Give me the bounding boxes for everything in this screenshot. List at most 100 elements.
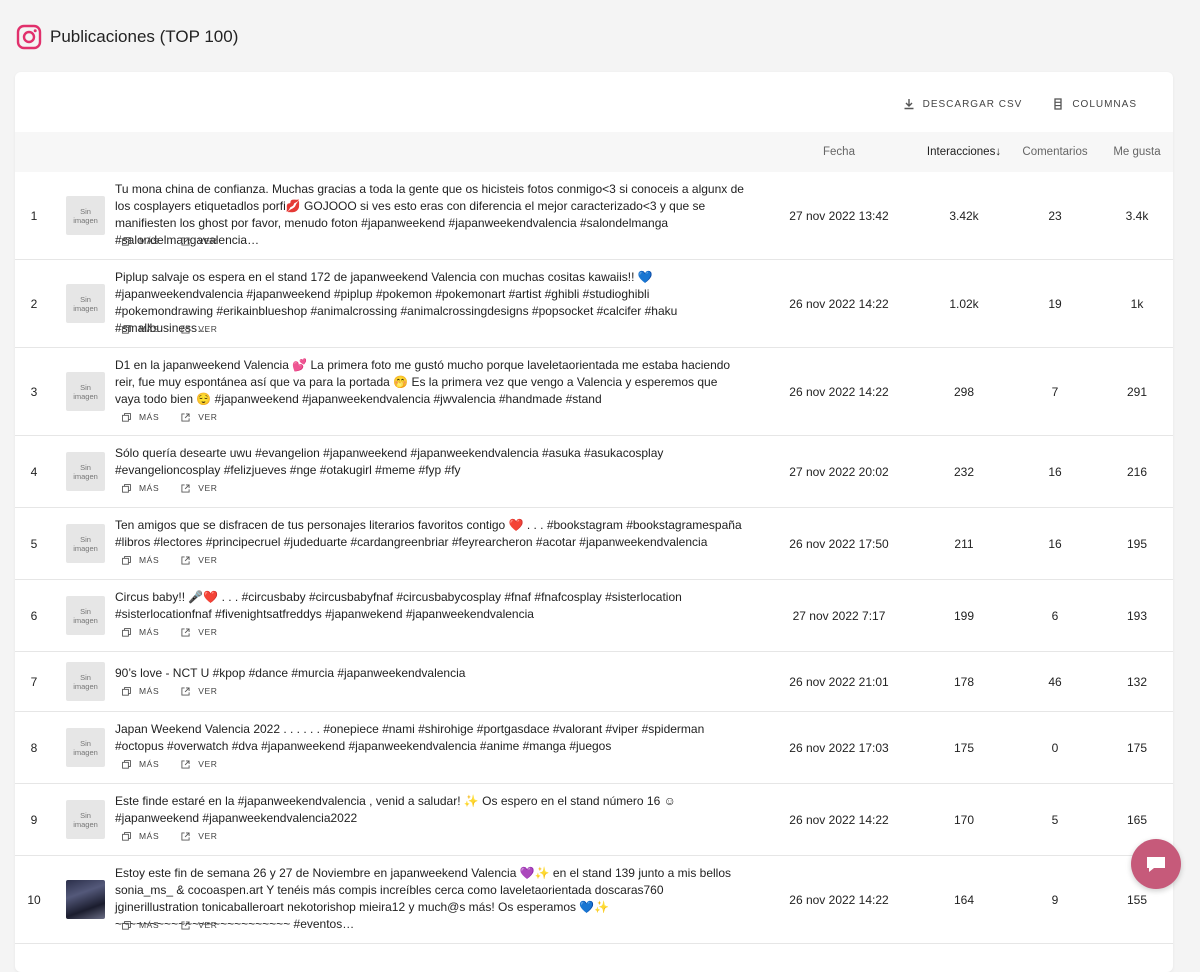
post-interactions: 199 — [953, 608, 975, 623]
header-me-gusta[interactable]: Me gusta — [1097, 146, 1173, 158]
post-interactions: 170 — [953, 812, 975, 827]
post-comments: 6 — [1051, 608, 1059, 623]
more-label: MÁS — [139, 627, 160, 637]
view-button[interactable]: VER — [181, 627, 217, 637]
post-thumbnail[interactable] — [66, 880, 105, 919]
more-button[interactable]: MÁS — [122, 555, 159, 565]
post-likes: 216 — [1126, 464, 1148, 479]
header-fecha[interactable]: Fecha — [759, 146, 919, 158]
post-actions: MÁS VER — [122, 831, 218, 841]
post-thumbnail[interactable]: Sin imagen — [66, 284, 105, 323]
view-button[interactable]: VER — [181, 686, 217, 696]
columns-label: COLUMNAS — [1072, 98, 1137, 110]
more-label: MÁS — [139, 324, 160, 334]
row-index: 7 — [30, 674, 38, 689]
view-button[interactable]: VER — [181, 483, 217, 493]
thumbnail-placeholder: Sin imagen — [73, 535, 98, 553]
more-button[interactable]: MÁS — [122, 627, 159, 637]
thumbnail-placeholder-line2: imagen — [73, 215, 98, 225]
more-label: MÁS — [139, 555, 160, 565]
post-thumbnail[interactable]: Sin imagen — [66, 196, 105, 235]
copy-icon — [122, 483, 131, 493]
view-label: VER — [198, 324, 218, 334]
thumbnail-placeholder: Sin imagen — [73, 383, 98, 401]
sort-desc-icon: ↓ — [995, 146, 1002, 158]
external-link-icon — [181, 686, 190, 696]
post-caption: Ten amigos que se disfracen de tus perso… — [115, 518, 742, 549]
post-likes: 1k — [1130, 296, 1144, 311]
more-button[interactable]: MÁS — [122, 483, 159, 493]
thumbnail-placeholder: Sin imagen — [73, 811, 98, 829]
view-button[interactable]: VER — [181, 555, 217, 565]
row-index: 9 — [30, 812, 38, 827]
thumbnail-placeholder: Sin imagen — [73, 739, 98, 757]
more-button[interactable]: MÁS — [122, 759, 159, 769]
post-comments: 5 — [1051, 812, 1059, 827]
post-interactions: 3.42k — [949, 208, 979, 223]
post-thumbnail[interactable]: Sin imagen — [66, 728, 105, 767]
download-csv-button[interactable]: DESCARGAR CSV — [903, 98, 1023, 110]
thumbnail-placeholder-line2: imagen — [73, 391, 98, 401]
thumbnail-placeholder: Sin imagen — [73, 607, 98, 625]
thumbnail-placeholder-line1: Sin — [80, 206, 91, 216]
chat-button[interactable] — [1131, 839, 1181, 889]
download-csv-label: DESCARGAR CSV — [922, 98, 1023, 110]
more-button[interactable]: MÁS — [122, 324, 159, 334]
more-button[interactable]: MÁS — [122, 686, 159, 696]
copy-icon — [122, 236, 131, 246]
table-row: 2 Sin imagen Piplup salvaje os espera en … — [15, 260, 1173, 348]
thumbnail-placeholder-line1: Sin — [80, 810, 91, 820]
view-label: VER — [198, 831, 218, 841]
thumbnail-placeholder: Sin imagen — [73, 673, 98, 691]
thumbnail-placeholder-line1: Sin — [80, 294, 91, 304]
post-interactions: 164 — [953, 892, 975, 907]
table-row: 1 Sin imagen Tu mona china de confianza. … — [15, 172, 1173, 260]
thumbnail-placeholder-line2: imagen — [73, 681, 98, 691]
post-thumbnail[interactable]: Sin imagen — [66, 524, 105, 563]
more-button[interactable]: MÁS — [122, 920, 159, 930]
more-button[interactable]: MÁS — [122, 236, 159, 246]
more-button[interactable]: MÁS — [122, 412, 159, 422]
view-label: VER — [198, 920, 218, 930]
post-actions: MÁS VER — [122, 324, 218, 334]
header-comentarios[interactable]: Comentarios — [1005, 146, 1105, 158]
view-button[interactable]: VER — [181, 412, 217, 422]
post-thumbnail[interactable]: Sin imagen — [66, 452, 105, 491]
external-link-icon — [181, 324, 190, 334]
thumbnail-placeholder-line2: imagen — [73, 819, 98, 829]
view-label: VER — [198, 236, 218, 246]
post-comments: 19 — [1048, 296, 1062, 311]
post-likes: 165 — [1126, 812, 1148, 827]
post-caption: Circus baby!! 🎤❤️ . . . #circusbaby #cir… — [115, 590, 682, 621]
external-link-icon — [181, 412, 190, 422]
more-button[interactable]: MÁS — [122, 831, 159, 841]
more-label: MÁS — [139, 831, 160, 841]
external-link-icon — [181, 555, 190, 565]
chat-icon — [1147, 857, 1165, 872]
view-button[interactable]: VER — [181, 236, 217, 246]
post-actions: MÁS VER — [122, 627, 218, 637]
columns-button[interactable]: COLUMNAS — [1052, 98, 1137, 110]
post-thumbnail[interactable]: Sin imagen — [66, 662, 105, 701]
post-thumbnail[interactable]: Sin imagen — [66, 596, 105, 635]
post-thumbnail[interactable]: Sin imagen — [66, 800, 105, 839]
view-label: VER — [198, 555, 218, 565]
post-likes: 193 — [1126, 608, 1148, 623]
view-button[interactable]: VER — [181, 759, 217, 769]
view-button[interactable]: VER — [181, 831, 217, 841]
table-toolbar: DESCARGAR CSV COLUMNAS — [903, 98, 1137, 110]
post-date: 27 nov 2022 13:42 — [789, 208, 889, 223]
external-link-icon — [181, 759, 190, 769]
post-thumbnail[interactable]: Sin imagen — [66, 372, 105, 411]
post-date: 26 nov 2022 14:22 — [789, 296, 889, 311]
view-button[interactable]: VER — [181, 324, 217, 334]
post-interactions: 178 — [953, 674, 975, 689]
columns-icon — [1054, 98, 1062, 110]
header-interacciones-label: Interacciones — [926, 146, 996, 158]
copy-icon — [122, 686, 131, 696]
row-index: 8 — [30, 740, 38, 755]
post-interactions: 175 — [953, 740, 975, 755]
view-label: VER — [198, 686, 218, 696]
header-interacciones[interactable]: Interacciones↓ — [915, 146, 1013, 158]
view-button[interactable]: VER — [181, 920, 217, 930]
